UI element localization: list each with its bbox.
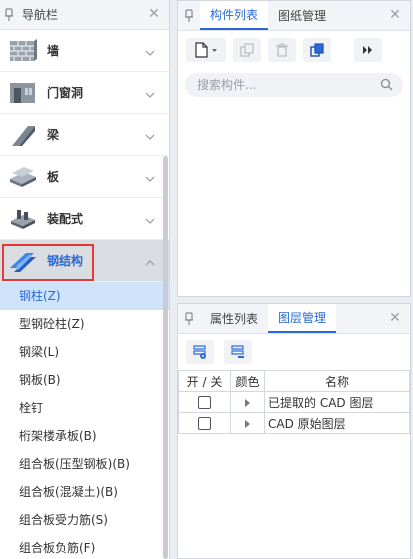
wall-icon	[8, 38, 38, 64]
beam-icon	[8, 122, 38, 148]
layer-table: 开 / 关 颜色 名称 已提取的 CAD 图层 CAD 原始图层	[178, 370, 410, 434]
nav-subitem[interactable]: 钢柱(Z)	[0, 282, 169, 310]
nav-subitem[interactable]: 钢板(B)	[0, 366, 169, 394]
nav-category-label: 梁	[47, 128, 60, 142]
close-icon[interactable]: ✕	[388, 311, 402, 325]
column-header-toggle: 开 / 关	[178, 370, 231, 392]
tab-layer-management[interactable]: 图层管理	[268, 304, 337, 333]
pin-icon[interactable]	[0, 0, 18, 30]
layer-name: CAD 原始图层	[264, 412, 410, 434]
table-row[interactable]: CAD 原始图层	[178, 412, 410, 434]
column-header-name: 名称	[264, 370, 410, 392]
nav-header: 导航栏 ✕	[0, 0, 169, 30]
prefab-icon	[8, 206, 38, 232]
show-layers-button[interactable]	[186, 340, 214, 364]
nav-subitem[interactable]: 组合板负筋(F)	[0, 534, 169, 559]
component-tabs: 构件列表 图纸管理 ✕	[178, 1, 410, 31]
layer-visibility-checkbox[interactable]	[198, 417, 211, 430]
chevron-down-icon[interactable]	[145, 213, 155, 227]
nav-subitem[interactable]: 钢梁(L)	[0, 338, 169, 366]
nav-subitem[interactable]: 桁架楼承板(B)	[0, 422, 169, 450]
close-icon[interactable]: ✕	[147, 7, 161, 21]
table-row[interactable]: 已提取的 CAD 图层	[178, 391, 410, 413]
subitem-list: 钢柱(Z) 型钢砼柱(Z) 钢梁(L) 钢板(B) 栓钉 桁架楼承板(B) 组合板(压型钢板…	[0, 282, 169, 559]
pin-icon[interactable]	[178, 1, 200, 31]
layer-toolbar	[178, 334, 410, 370]
slab-icon	[8, 164, 38, 190]
nav-subitem[interactable]: 型钢砼柱(Z)	[0, 310, 169, 338]
chevron-down-icon[interactable]	[145, 45, 155, 59]
tab-property-list[interactable]: 属性列表	[200, 304, 268, 333]
component-search-box[interactable]	[185, 73, 403, 97]
nav-subitem[interactable]: 组合板受力筋(S)	[0, 506, 169, 534]
tab-drawing-management[interactable]: 图纸管理	[268, 1, 336, 30]
chevron-down-icon[interactable]	[145, 171, 155, 185]
more-options-icon[interactable]	[354, 38, 382, 62]
chevron-down-icon[interactable]	[145, 129, 155, 143]
search-icon[interactable]	[380, 78, 393, 94]
component-toolbar	[178, 31, 410, 69]
close-icon[interactable]: ✕	[388, 8, 402, 22]
nav-subitem[interactable]: 组合板(混凝土)(B)	[0, 478, 169, 506]
nav-category-label: 墙	[47, 44, 60, 58]
layer-management-panel: 属性列表 图层管理 ✕ 开 / 关 颜色 名称 已提取的 CAD 图层 CAD …	[177, 303, 411, 559]
nav-category-label: 板	[47, 170, 60, 184]
nav-category-wall[interactable]: 墙	[0, 30, 169, 72]
nav-category-label: 门窗洞	[47, 86, 84, 100]
expand-arrow-icon[interactable]	[245, 419, 250, 428]
nav-category-prefab[interactable]: 装配式	[0, 198, 169, 240]
chevron-down-icon[interactable]	[145, 87, 155, 101]
nav-category-slab[interactable]: 板	[0, 156, 169, 198]
layer-name: 已提取的 CAD 图层	[264, 391, 410, 413]
chevron-up-icon[interactable]	[145, 255, 155, 269]
nav-subitem[interactable]: 栓钉	[0, 394, 169, 422]
layer-visibility-checkbox[interactable]	[198, 396, 211, 409]
expand-arrow-icon[interactable]	[245, 398, 250, 407]
new-component-button[interactable]	[186, 38, 226, 62]
column-header-color: 颜色	[230, 370, 265, 392]
tab-component-list[interactable]: 构件列表	[200, 1, 269, 30]
component-search-input[interactable]	[197, 78, 367, 92]
layer-tabs: 属性列表 图层管理 ✕	[178, 304, 410, 334]
nav-category-beam[interactable]: 梁	[0, 114, 169, 156]
door-window-icon	[8, 80, 38, 106]
delete-component-button[interactable]	[268, 38, 296, 62]
pin-icon[interactable]	[178, 304, 200, 334]
steel-structure-icon	[8, 248, 38, 274]
hide-layers-button[interactable]	[224, 340, 252, 364]
nav-category-steel-structure[interactable]: 钢结构	[0, 240, 169, 282]
scrollbar[interactable]	[163, 156, 168, 559]
nav-subitem[interactable]: 组合板(压型钢板)(B)	[0, 450, 169, 478]
nav-category-label: 钢结构	[47, 254, 84, 268]
nav-category-door-window[interactable]: 门窗洞	[0, 72, 169, 114]
component-list-panel: 构件列表 图纸管理 ✕	[177, 0, 411, 297]
layer-copy-button[interactable]	[303, 38, 331, 62]
nav-title: 导航栏	[22, 8, 59, 22]
copy-component-button[interactable]	[233, 38, 261, 62]
navigation-panel: 导航栏 ✕ 墙 门窗洞 梁 板 装配式 钢结构 钢柱(Z) 型钢砼柱(Z) 钢梁…	[0, 0, 170, 559]
nav-category-label: 装配式	[47, 212, 84, 226]
